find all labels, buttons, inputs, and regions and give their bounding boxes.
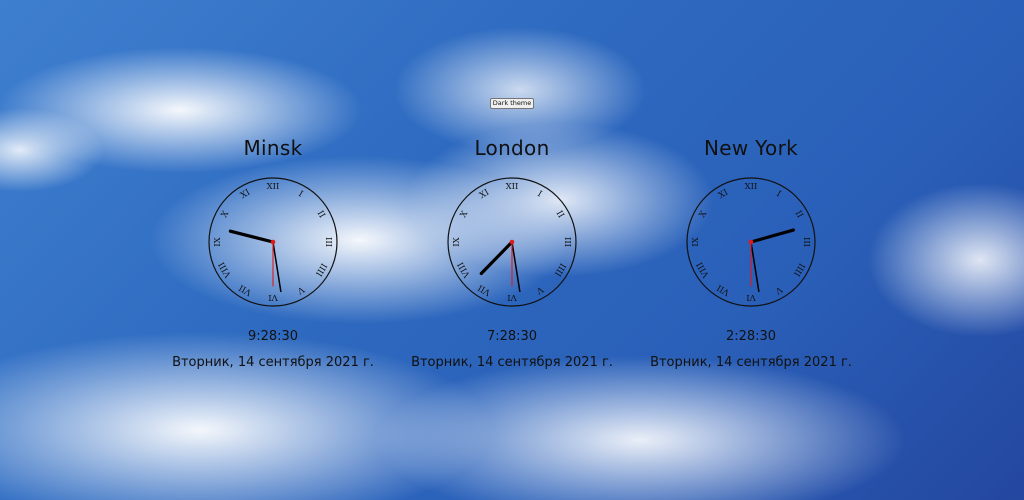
dial-numeral: II bbox=[554, 209, 566, 220]
dial-numeral: XI bbox=[239, 188, 252, 201]
dial-numeral: IX bbox=[691, 236, 701, 246]
dial-numeral: XI bbox=[478, 188, 491, 201]
dial-numeral: IIII bbox=[552, 261, 567, 278]
dial-numeral: X bbox=[698, 209, 710, 220]
dial-numeral: I bbox=[536, 189, 544, 199]
dial-numeral: X bbox=[220, 209, 232, 220]
dial-numeral: V bbox=[773, 283, 785, 296]
analog-clock: XIIIIIIIIIIIIVVIVIIVIIIIXXXI bbox=[208, 177, 338, 307]
digital-time: 9:28:30 bbox=[247, 329, 299, 344]
dial-numeral: I bbox=[775, 189, 783, 199]
dial-numeral: V bbox=[295, 283, 307, 296]
city-name: Minsk bbox=[243, 136, 303, 160]
center-pin bbox=[270, 239, 276, 245]
minute-hand bbox=[511, 241, 521, 293]
city-name: London bbox=[474, 136, 550, 160]
date-label: Вторник, 14 сентября 2021 г. bbox=[172, 355, 374, 370]
dial-numeral: IIII bbox=[313, 261, 328, 278]
dial-numeral: III bbox=[801, 237, 811, 247]
dark-theme-button[interactable]: Dark theme bbox=[490, 98, 534, 109]
dial-numeral: VII bbox=[476, 282, 493, 298]
clock-panel-minsk: Minsk XII I II III IIII V VI VII VIII IX X XI 9:28:… bbox=[163, 130, 383, 372]
hour-hand bbox=[749, 228, 795, 244]
dial-numeral: V bbox=[534, 283, 546, 296]
dial-numeral: I bbox=[297, 189, 305, 199]
clock-panel-london: London XII I II III IIII V VI VII VIII IX X XI 7:28… bbox=[402, 130, 622, 372]
dial-numeral: VII bbox=[715, 282, 732, 298]
dial-numeral: XII bbox=[506, 182, 519, 192]
dial-numeral: VI bbox=[746, 292, 757, 302]
dial-numeral: X bbox=[459, 209, 471, 220]
city-name: New York bbox=[704, 136, 798, 160]
dial-numeral: III bbox=[323, 237, 333, 247]
dial-numeral: VI bbox=[507, 292, 518, 302]
analog-clock: XIIIIIIIIIIIIVVIVIIVIIIIXXXI bbox=[686, 177, 816, 307]
digital-time: 7:28:30 bbox=[486, 329, 538, 344]
date-label: Вторник, 14 сентября 2021 г. bbox=[411, 355, 613, 370]
dial-numeral: III bbox=[562, 237, 572, 247]
clock-panel-new-york: New York XII I II III IIII V VI VII VIII IX X XI 2:… bbox=[641, 130, 861, 372]
analog-clock: XIIIIIIIIIIIIVVIVIIVIIIIXXXI bbox=[447, 177, 577, 307]
dial-numeral: XII bbox=[267, 182, 280, 192]
dial-numeral: XI bbox=[717, 188, 730, 201]
dial-numeral: IIII bbox=[791, 261, 806, 278]
minute-hand bbox=[272, 241, 282, 293]
hour-hand bbox=[479, 240, 514, 276]
dial-numeral: VI bbox=[268, 292, 279, 302]
center-pin bbox=[748, 239, 754, 245]
dial-numeral: II bbox=[315, 209, 327, 220]
dial-numeral: VII bbox=[237, 282, 254, 298]
hour-hand bbox=[228, 229, 275, 244]
minute-hand bbox=[750, 241, 760, 293]
dial-numeral: XII bbox=[745, 182, 758, 192]
dial-numeral: II bbox=[793, 209, 805, 220]
date-label: Вторник, 14 сентября 2021 г. bbox=[650, 355, 852, 370]
dial-numeral: IX bbox=[213, 236, 223, 246]
dial-numeral: IX bbox=[452, 236, 462, 246]
digital-time: 2:28:30 bbox=[725, 329, 777, 344]
center-pin bbox=[509, 239, 515, 245]
